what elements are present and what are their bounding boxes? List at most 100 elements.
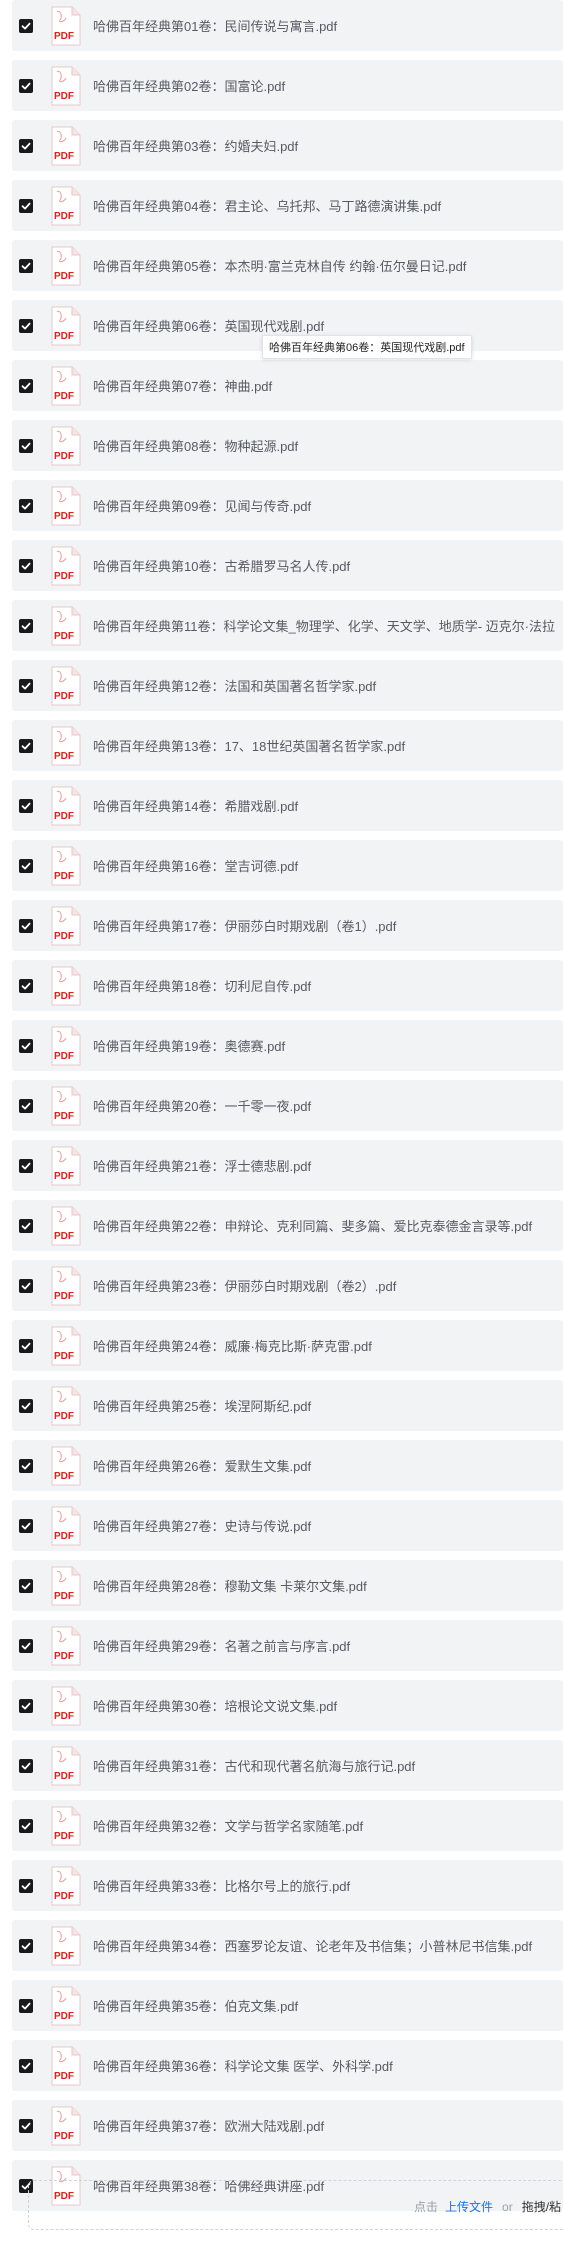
file-row[interactable]: PDF 哈佛百年经典第18卷：切利尼自传.pdf: [12, 960, 563, 1011]
file-name: 哈佛百年经典第13卷：17、18世纪英国著名哲学家.pdf: [93, 739, 406, 754]
file-row[interactable]: PDF 哈佛百年经典第03卷：约婚夫妇.pdf: [12, 120, 563, 171]
file-checkbox[interactable]: [19, 138, 33, 153]
file-name: 哈佛百年经典第32卷：文学与哲学名家随笔.pdf: [93, 1819, 364, 1834]
file-row[interactable]: PDF 哈佛百年经典第14卷：希腊戏剧.pdf: [12, 780, 563, 831]
file-checkbox[interactable]: [19, 1098, 33, 1113]
file-row[interactable]: PDF 哈佛百年经典第09卷：见闻与传奇.pdf: [12, 480, 563, 531]
file-row[interactable]: PDF 哈佛百年经典第04卷：君主论、乌托邦、马丁路德演讲集.pdf: [12, 180, 563, 231]
file-checkbox[interactable]: [19, 1158, 33, 1173]
file-checkbox[interactable]: [19, 18, 33, 33]
file-row[interactable]: PDF 哈佛百年经典第23卷：伊丽莎白时期戏剧（卷2）.pdf: [12, 1260, 563, 1311]
file-checkbox[interactable]: [19, 1758, 33, 1773]
file-checkbox[interactable]: [19, 558, 33, 573]
file-checkbox[interactable]: [19, 258, 33, 273]
file-checkbox[interactable]: [19, 978, 33, 993]
pdf-file-icon: PDF: [51, 1266, 81, 1306]
file-checkbox[interactable]: [19, 1518, 33, 1533]
file-row[interactable]: PDF 哈佛百年经典第24卷：威廉·梅克比斯·萨克雷.pdf: [12, 1320, 563, 1371]
upload-file-link[interactable]: 上传文件: [445, 2200, 493, 2214]
file-row[interactable]: PDF 哈佛百年经典第33卷：比格尔号上的旅行.pdf: [12, 1860, 563, 1911]
file-row[interactable]: PDF 哈佛百年经典第01卷：民间传说与寓言.pdf: [12, 0, 563, 51]
file-checkbox[interactable]: [19, 78, 33, 93]
file-checkbox[interactable]: [19, 1638, 33, 1653]
file-row[interactable]: PDF 哈佛百年经典第08卷：物种起源.pdf: [12, 420, 563, 471]
file-row[interactable]: PDF 哈佛百年经典第13卷：17、18世纪英国著名哲学家.pdf: [12, 720, 563, 771]
file-row[interactable]: PDF 哈佛百年经典第17卷：伊丽莎白时期戏剧（卷1）.pdf: [12, 900, 563, 951]
checkmark-icon: [21, 502, 31, 509]
file-checkbox[interactable]: [19, 2058, 33, 2073]
file-row[interactable]: PDF 哈佛百年经典第11卷：科学论文集_物理学、化学、天文学、地质学- 迈克尔·…: [12, 600, 563, 651]
file-row[interactable]: PDF 哈佛百年经典第26卷：爱默生文集.pdf: [12, 1440, 563, 1491]
pdf-badge-text: PDF: [54, 211, 74, 222]
file-name: 哈佛百年经典第33卷：比格尔号上的旅行.pdf: [93, 1879, 351, 1894]
pdf-file-icon: PDF: [51, 186, 81, 226]
file-checkbox[interactable]: [19, 1038, 33, 1053]
file-name: 哈佛百年经典第23卷：伊丽莎白时期戏剧（卷2）.pdf: [93, 1279, 397, 1294]
file-checkbox[interactable]: [19, 1998, 33, 2013]
file-row[interactable]: PDF 哈佛百年经典第32卷：文学与哲学名家随笔.pdf: [12, 1800, 563, 1851]
file-row[interactable]: PDF 哈佛百年经典第22卷：申辩论、克利同篇、斐多篇、爱比克泰德金言录等.pdf: [12, 1200, 563, 1251]
pdf-file-icon: PDF: [51, 546, 81, 586]
file-row[interactable]: PDF 哈佛百年经典第07卷：神曲.pdf: [12, 360, 563, 411]
checkmark-icon: [21, 2062, 31, 2069]
checkmark-icon: [21, 1162, 31, 1169]
file-checkbox[interactable]: [19, 1938, 33, 1953]
upload-drag-text: 拖拽/粘: [521, 2200, 562, 2214]
file-row[interactable]: PDF 哈佛百年经典第20卷：一千零一夜.pdf: [12, 1080, 563, 1131]
file-checkbox[interactable]: [19, 1878, 33, 1893]
checkmark-icon: [21, 2122, 31, 2129]
file-row[interactable]: PDF 哈佛百年经典第34卷：西塞罗论友谊、论老年及书信集；小普林尼书信集.pdf: [12, 1920, 563, 1971]
file-checkbox[interactable]: [19, 918, 33, 933]
file-checkbox[interactable]: [19, 678, 33, 693]
file-row[interactable]: PDF 哈佛百年经典第28卷：穆勒文集 卡莱尔文集.pdf: [12, 1560, 563, 1611]
file-row[interactable]: PDF 哈佛百年经典第21卷：浮士德悲剧.pdf: [12, 1140, 563, 1191]
pdf-badge-text: PDF: [54, 1411, 74, 1422]
file-row[interactable]: PDF 哈佛百年经典第27卷：史诗与传说.pdf: [12, 1500, 563, 1551]
file-row[interactable]: PDF 哈佛百年经典第37卷：欧洲大陆戏剧.pdf: [12, 2100, 563, 2151]
file-checkbox[interactable]: [19, 498, 33, 513]
file-checkbox[interactable]: [19, 1458, 33, 1473]
upload-prompt: 点击 上传文件 or 拖拽/粘: [414, 2198, 561, 2215]
file-row[interactable]: PDF 哈佛百年经典第30卷：培根论文说文集.pdf: [12, 1680, 563, 1731]
file-checkbox[interactable]: [19, 1398, 33, 1413]
file-checkbox[interactable]: [19, 858, 33, 873]
checkmark-icon: [21, 1762, 31, 1769]
file-row[interactable]: PDF 哈佛百年经典第29卷：名著之前言与序言.pdf: [12, 1620, 563, 1671]
file-checkbox[interactable]: [19, 318, 33, 333]
file-name: 哈佛百年经典第36卷：科学论文集 医学、外科学.pdf: [93, 2059, 393, 2074]
file-row[interactable]: PDF 哈佛百年经典第31卷：古代和现代著名航海与旅行记.pdf: [12, 1740, 563, 1791]
upload-dropzone[interactable]: 点击 上传文件 or 拖拽/粘: [28, 2180, 563, 2230]
pdf-file-icon: PDF: [51, 1086, 81, 1126]
file-checkbox[interactable]: [19, 738, 33, 753]
checkmark-icon: [21, 1282, 31, 1289]
file-row[interactable]: PDF 哈佛百年经典第36卷：科学论文集 医学、外科学.pdf: [12, 2040, 563, 2091]
file-checkbox[interactable]: [19, 798, 33, 813]
checkmark-icon: [21, 982, 31, 989]
file-row[interactable]: PDF 哈佛百年经典第10卷：古希腊罗马名人传.pdf: [12, 540, 563, 591]
file-checkbox[interactable]: [19, 618, 33, 633]
file-checkbox[interactable]: [19, 378, 33, 393]
file-row[interactable]: PDF 哈佛百年经典第25卷：埃涅阿斯纪.pdf: [12, 1380, 563, 1431]
file-row[interactable]: PDF 哈佛百年经典第12卷：法国和英国著名哲学家.pdf: [12, 660, 563, 711]
pdf-file-icon: PDF: [51, 1926, 81, 1966]
pdf-badge-text: PDF: [54, 451, 74, 462]
file-checkbox[interactable]: [19, 1578, 33, 1593]
file-row[interactable]: PDF 哈佛百年经典第05卷：本杰明·富兰克林自传 约翰·伍尔曼日记.pdf: [12, 240, 563, 291]
checkmark-icon: [21, 862, 31, 869]
file-name: 哈佛百年经典第08卷：物种起源.pdf: [93, 439, 299, 454]
file-checkbox[interactable]: [19, 1698, 33, 1713]
file-checkbox[interactable]: [19, 198, 33, 213]
file-checkbox[interactable]: [19, 1818, 33, 1833]
file-name: 哈佛百年经典第05卷：本杰明·富兰克林自传 约翰·伍尔曼日记.pdf: [93, 259, 467, 274]
file-checkbox[interactable]: [19, 438, 33, 453]
checkmark-icon: [21, 22, 31, 29]
file-checkbox[interactable]: [19, 1338, 33, 1353]
file-checkbox[interactable]: [19, 2118, 33, 2133]
file-row[interactable]: PDF 哈佛百年经典第19卷：奥德赛.pdf: [12, 1020, 563, 1071]
file-row[interactable]: PDF 哈佛百年经典第16卷：堂吉诃德.pdf: [12, 840, 563, 891]
file-checkbox[interactable]: [19, 1218, 33, 1233]
file-row[interactable]: PDF 哈佛百年经典第02卷：国富论.pdf: [12, 60, 563, 111]
file-row[interactable]: PDF 哈佛百年经典第35卷：伯克文集.pdf: [12, 1980, 563, 2031]
checkmark-icon: [21, 1702, 31, 1709]
file-checkbox[interactable]: [19, 1278, 33, 1293]
